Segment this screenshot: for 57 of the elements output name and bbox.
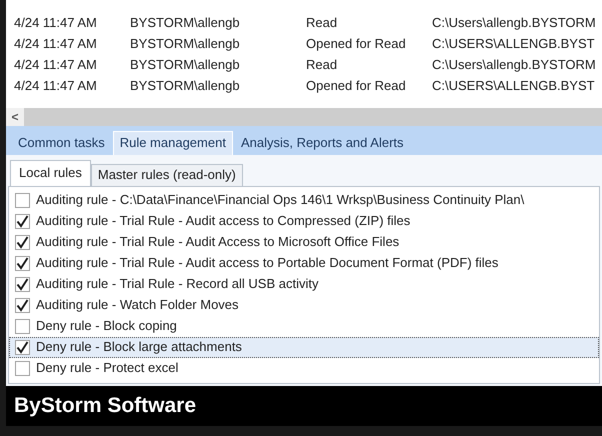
table-cell-text: 4/24 11:47 AM xyxy=(13,76,98,95)
checkmark-icon xyxy=(16,298,29,312)
checkbox[interactable] xyxy=(15,276,30,292)
tab[interactable]: Rule management xyxy=(112,130,233,155)
rule-item[interactable]: Auditing rule - Trial Rule - Audit access to Portable Document Format (PDF) files xyxy=(9,252,599,274)
rule-label: Deny rule - Block large attachments xyxy=(36,338,242,356)
tab[interactable]: Analysis, Reports and Alerts xyxy=(232,130,412,155)
rule-item[interactable]: Deny rule - Protect excel xyxy=(9,358,599,379)
checkmark-icon xyxy=(16,256,29,270)
checkmark-icon xyxy=(16,214,29,228)
table-cell-text: Opened for Read xyxy=(305,76,407,95)
checkbox[interactable] xyxy=(15,234,30,250)
tab[interactable]: Local rules xyxy=(10,160,91,186)
rule-label: Auditing rule - Trial Rule - Audit Access to Microsoft Office Files xyxy=(36,233,400,252)
tab[interactable]: Common tasks xyxy=(10,130,113,155)
checkmark-icon xyxy=(16,340,29,354)
table-cell-text: BYSTORM\allengb xyxy=(129,34,241,53)
checkbox[interactable] xyxy=(15,360,30,376)
rule-item[interactable]: Auditing rule - C:\Data\Finance\Financial Ops 146\1 Wrksp\Business Continuity Plan\ xyxy=(9,190,599,211)
table-cell-text: 4/24 11:47 AM xyxy=(13,34,98,53)
tab[interactable]: Master rules (read-only) xyxy=(90,164,243,186)
table-cell-text: C:\Users\allengb.BYSTORM xyxy=(431,56,596,74)
checkmark-icon xyxy=(16,278,29,291)
rule-label: Deny rule - Block coping xyxy=(36,317,177,336)
rule-item[interactable]: Auditing rule - Trial Rule - Record all USB activity xyxy=(9,274,599,295)
rule-label: Deny rule - Protect excel xyxy=(36,359,178,378)
checkbox[interactable] xyxy=(15,192,30,208)
rule-label: Auditing rule - Trial Rule - Record all USB activity xyxy=(36,275,318,294)
table-cell-text: Opened for Read xyxy=(305,34,407,53)
checkbox[interactable] xyxy=(15,256,30,271)
footer-title: ByStorm Software xyxy=(14,393,196,420)
rule-label: Auditing rule - Trial Rule - Audit access to Compressed (ZIP) files xyxy=(36,212,410,230)
table-cell-text: C:\Users\allengb.BYSTORM xyxy=(431,14,596,32)
table-cell-text: Read xyxy=(305,14,338,32)
table-cell-text: C:\USERS\ALLENGB.BYST xyxy=(431,34,595,53)
rule-item[interactable]: Auditing rule - Watch Folder Moves xyxy=(9,294,599,316)
table-cell-text: C:\USERS\ALLENGB.BYST xyxy=(431,76,595,95)
rule-label: Auditing rule - Trial Rule - Audit access to Portable Document Format (PDF) files xyxy=(36,254,498,272)
scrollbar[interactable]: < xyxy=(6,108,602,126)
checkbox[interactable] xyxy=(15,298,30,313)
rule-label: Auditing rule - Watch Folder Moves xyxy=(36,296,239,314)
checkbox[interactable] xyxy=(15,214,30,229)
table-cell-text: BYSTORM\allengb xyxy=(129,56,241,74)
checkbox[interactable] xyxy=(15,340,30,355)
table-cell-text: 4/24 11:47 AM xyxy=(13,56,98,74)
table-cell-text: Read xyxy=(305,56,338,74)
rule-item[interactable]: Deny rule - Block coping xyxy=(9,316,599,337)
table-cell-text: BYSTORM\allengb xyxy=(129,14,241,32)
checkbox[interactable] xyxy=(15,318,30,334)
rule-item[interactable]: Auditing rule - Trial Rule - Audit Access to Microsoft Office Files xyxy=(9,232,599,253)
table-cell-text: BYSTORM\allengb xyxy=(129,76,241,95)
rule-label: Auditing rule - C:\Data\Finance\Financial Ops 146\1 Wrksp\Business Continuity Plan\ xyxy=(36,191,524,210)
scroll-left-button[interactable]: < xyxy=(6,108,24,126)
rule-item[interactable]: Deny rule - Block large attachments xyxy=(9,336,599,358)
table-cell-text: 4/24 11:47 AM xyxy=(13,14,98,32)
rule-item[interactable]: Auditing rule - Trial Rule - Audit access to Compressed (ZIP) files xyxy=(9,210,599,232)
checkmark-icon xyxy=(16,236,29,249)
